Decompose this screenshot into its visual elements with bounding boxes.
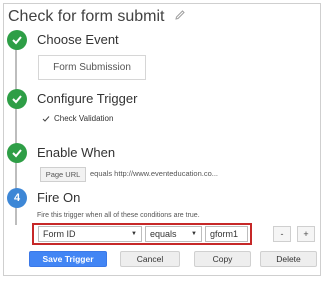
- trigger-title: Check for form submit: [8, 8, 165, 25]
- step-1-check-icon: [7, 30, 27, 50]
- pencil-icon[interactable]: [174, 9, 186, 21]
- enable-condition-text: equals http://www.eventeducation.co...: [90, 169, 218, 178]
- operator-select-value: equals: [150, 229, 177, 239]
- dropdown-arrow-icon: ▼: [191, 231, 197, 237]
- variable-select[interactable]: Form ID ▼: [38, 226, 142, 242]
- step-1-title: Choose Event: [37, 32, 119, 47]
- step-2-check-icon: [7, 89, 27, 109]
- operator-select[interactable]: equals ▼: [145, 226, 202, 242]
- step-3-title: Enable When: [37, 145, 116, 160]
- step-2-title: Configure Trigger: [37, 91, 138, 106]
- condition-value-text: gform1: [210, 229, 239, 239]
- event-type-field[interactable]: Form Submission: [38, 55, 146, 80]
- checkmark-icon: [42, 115, 50, 122]
- save-trigger-button[interactable]: Save Trigger: [29, 251, 107, 267]
- add-condition-button[interactable]: +: [297, 226, 315, 242]
- step-4-number-badge: 4: [7, 188, 27, 208]
- step-4-title: Fire On: [37, 190, 81, 205]
- delete-button[interactable]: Delete: [260, 251, 317, 267]
- page-url-chip[interactable]: Page URL: [40, 167, 86, 182]
- dropdown-arrow-icon: ▼: [131, 231, 137, 237]
- fire-on-description: Fire this trigger when all of these cond…: [37, 212, 200, 219]
- cancel-button[interactable]: Cancel: [120, 251, 180, 267]
- check-validation-option[interactable]: Check Validation: [42, 114, 113, 123]
- variable-select-value: Form ID: [43, 229, 76, 239]
- check-validation-label: Check Validation: [54, 114, 114, 123]
- copy-button[interactable]: Copy: [194, 251, 251, 267]
- remove-condition-button[interactable]: -: [273, 226, 291, 242]
- step-3-check-icon: [7, 143, 27, 163]
- condition-value-input[interactable]: gform1: [205, 226, 248, 242]
